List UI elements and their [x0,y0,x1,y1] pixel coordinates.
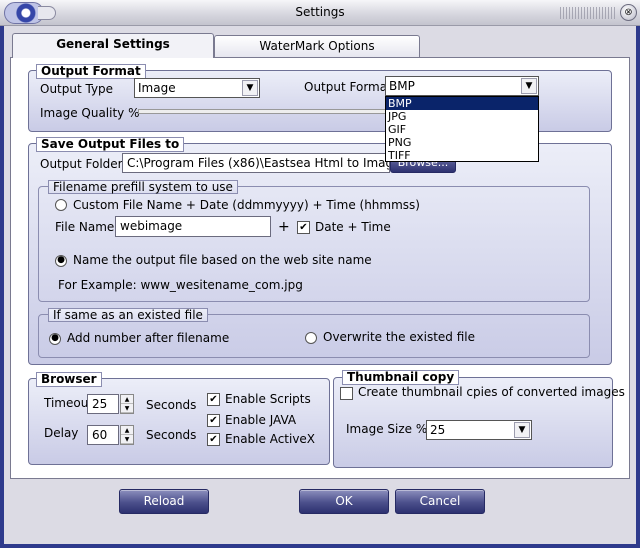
timeout-label: Timeout [44,396,94,410]
delay-input[interactable]: 60 [87,425,119,445]
filename-example: For Example: www_wesitename_com.jpg [58,278,303,292]
image-size-value: 25 [430,423,446,437]
site-name-label: Name the output file based on the web si… [73,253,372,267]
browser-title: Browser [36,372,102,387]
file-name-input[interactable]: webimage [115,216,271,237]
spin-up-icon[interactable]: ▲ [121,426,133,435]
spin-up-icon[interactable]: ▲ [121,395,133,404]
overwrite-label: Overwrite the existed file [323,330,476,344]
plus-sign: + [278,219,290,235]
add-number-radio[interactable]: ● [49,333,61,345]
existed-file-title: If same as an existed file [48,308,208,322]
timeout-seconds-label: Seconds [146,398,197,412]
enable-activex-label: Enable ActiveX [225,432,316,446]
title-grip [560,7,616,19]
delay-seconds-label: Seconds [146,428,197,442]
cancel-button[interactable]: Cancel [395,489,485,514]
image-quality-label: Image Quality % [40,106,140,120]
chevron-down-icon[interactable]: ▼ [521,78,537,94]
chevron-down-icon[interactable]: ▼ [514,422,530,438]
close-button[interactable]: ⊗ [620,4,637,21]
overwrite-radio[interactable] [305,332,317,344]
date-time-label: Date + Time [315,220,391,234]
tab-watermark-options[interactable]: WaterMark Options [214,35,420,57]
delay-label: Delay [44,426,79,440]
enable-scripts-label: Enable Scripts [225,392,311,406]
enable-java-checkbox[interactable]: ✔ [207,414,220,427]
thumbnail-title: Thumbnail copy [342,370,460,385]
output-format-value: BMP [389,79,415,93]
delay-spinner[interactable]: ▲ ▼ [120,425,134,445]
format-option-bmp[interactable]: BMP [386,97,538,110]
output-type-value: Image [138,81,176,95]
save-output-title: Save Output Files to [36,137,185,152]
create-thumbnail-checkbox[interactable] [340,387,353,400]
format-option-tiff[interactable]: TIFF [386,149,538,162]
reload-button[interactable]: Reload [119,489,209,514]
enable-scripts-checkbox[interactable]: ✔ [207,393,220,406]
filename-prefill-title: Filename prefill system to use [48,180,238,194]
output-type-label: Output Type [40,82,114,96]
format-option-jpg[interactable]: JPG [386,110,538,123]
chevron-down-icon[interactable]: ▼ [242,80,258,96]
image-size-select[interactable]: 25 ▼ [426,420,532,440]
output-format-label: Output Format [304,80,392,94]
create-thumbnail-label: Create thumbnail cpies of converted imag… [358,385,625,399]
output-folder-input[interactable]: C:\Program Files (x86)\Eastsea Html to I… [122,153,390,173]
custom-filename-radio[interactable] [55,199,67,211]
output-format-select[interactable]: BMP ▼ [385,76,539,96]
site-name-radio[interactable]: ● [55,255,67,267]
output-folder-label: Output Folder [40,157,123,171]
timeout-spinner[interactable]: ▲ ▼ [120,394,134,414]
date-time-checkbox[interactable]: ✔ [297,221,310,234]
output-type-select[interactable]: Image ▼ [134,78,260,98]
file-name-label: File Name [55,220,115,234]
spin-down-icon[interactable]: ▼ [121,435,133,444]
output-format-title: Output Format [36,64,146,79]
output-format-dropdown[interactable]: BMP JPG GIF PNG TIFF [385,96,539,162]
enable-activex-checkbox[interactable]: ✔ [207,433,220,446]
image-size-label: Image Size % [346,422,428,436]
window-title: Settings [295,5,345,19]
ok-button[interactable]: OK [299,489,389,514]
format-option-gif[interactable]: GIF [386,123,538,136]
timeout-input[interactable]: 25 [87,394,119,414]
enable-java-label: Enable JAVA [225,413,297,427]
format-option-png[interactable]: PNG [386,136,538,149]
spin-down-icon[interactable]: ▼ [121,404,133,413]
tab-general-settings[interactable]: General Settings [12,33,214,58]
add-number-label: Add number after filename [67,331,230,345]
custom-filename-label: Custom File Name + Date (ddmmyyyy) + Tim… [73,198,420,212]
